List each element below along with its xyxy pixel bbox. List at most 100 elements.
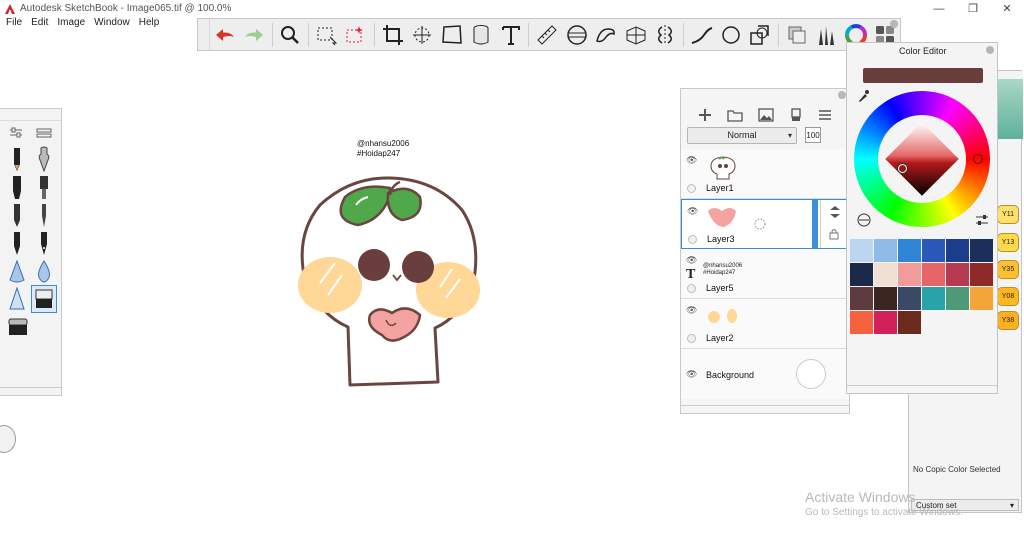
add-image-icon[interactable] <box>758 108 774 122</box>
color-swatch[interactable] <box>922 287 945 310</box>
copic-chip-y13[interactable]: Y13 <box>997 233 1019 252</box>
fine-pen-brush[interactable] <box>4 229 30 257</box>
distort-button[interactable] <box>437 20 466 50</box>
color-swatch[interactable] <box>850 239 873 262</box>
color-swatch[interactable] <box>898 263 921 286</box>
pencil-brush[interactable] <box>4 145 30 173</box>
layer-row-layer1[interactable]: 👁 Layer1 <box>681 149 849 199</box>
color-swatch[interactable] <box>850 287 873 310</box>
padlock-icon[interactable] <box>829 228 839 240</box>
color-wheel[interactable] <box>854 91 990 227</box>
color-swatch[interactable] <box>970 263 993 286</box>
layer-visibility-toggle[interactable] <box>687 284 696 293</box>
layer-row-layer2[interactable]: 👁 Layer2 <box>681 299 849 349</box>
airbrush-brush[interactable] <box>31 145 57 173</box>
brush-library-button[interactable] <box>812 20 841 50</box>
transform-button[interactable] <box>408 20 437 50</box>
menu-edit[interactable]: Edit <box>31 17 48 32</box>
color-sliders-icon[interactable] <box>975 213 989 227</box>
symmetry-button[interactable] <box>650 20 679 50</box>
eye-icon[interactable]: 👁 <box>686 305 697 316</box>
crop-button[interactable] <box>378 20 407 50</box>
layers-panel-header[interactable] <box>681 89 849 101</box>
copic-chip-y08[interactable]: Y08 <box>997 287 1019 306</box>
color-swatch[interactable] <box>970 239 993 262</box>
color-swatch[interactable] <box>898 239 921 262</box>
color-editor-close-button[interactable] <box>986 46 994 54</box>
fill-button[interactable] <box>467 20 496 50</box>
color-swatch[interactable] <box>898 287 921 310</box>
marker-brush[interactable] <box>4 173 30 201</box>
sv-picker-handle[interactable] <box>898 164 907 173</box>
layer-visibility-toggle[interactable] <box>688 235 697 244</box>
color-swatch[interactable] <box>946 263 969 286</box>
color-swatch[interactable] <box>850 311 873 334</box>
add-layer-icon[interactable] <box>698 108 712 122</box>
move-layer-icon[interactable] <box>829 205 841 219</box>
color-swatch[interactable] <box>922 239 945 262</box>
color-swatch[interactable] <box>874 239 897 262</box>
smudge-brush[interactable] <box>4 257 30 285</box>
layers-panel-footer[interactable] <box>681 405 849 413</box>
ellipse-guide-button[interactable] <box>562 20 591 50</box>
layer-row-layer5[interactable]: 👁 T @nhansu2006 #Hoidap247 Layer5 <box>681 249 849 299</box>
layer-menu-icon[interactable] <box>818 108 832 122</box>
copy-layer-button[interactable] <box>782 20 811 50</box>
undo-button[interactable] <box>210 20 239 50</box>
layer-row-layer3[interactable]: 👁 Layer3 <box>681 199 849 249</box>
zoom-button[interactable] <box>276 20 305 50</box>
ink-brush[interactable] <box>31 201 57 229</box>
color-swatch[interactable] <box>874 311 897 334</box>
redo-button[interactable] <box>239 20 268 50</box>
color-swatch[interactable] <box>970 287 993 310</box>
minimize-button[interactable]: — <box>922 0 956 17</box>
eye-icon[interactable]: 👁 <box>686 369 697 380</box>
brush-palette-footer[interactable] <box>0 387 61 395</box>
copic-chip-y38[interactable]: Y38 <box>997 311 1019 330</box>
copic-color-strip[interactable] <box>997 79 1023 139</box>
color-swatch[interactable] <box>874 263 897 286</box>
toolbar-close-button[interactable] <box>890 20 898 28</box>
restore-button[interactable]: ❐ <box>956 0 990 17</box>
fountain-pen-brush[interactable] <box>31 229 57 257</box>
select-button[interactable] <box>312 20 341 50</box>
ballpoint-brush[interactable] <box>4 201 30 229</box>
color-swatch[interactable] <box>874 287 897 310</box>
copic-chip-y11[interactable]: Y11 <box>997 205 1019 224</box>
menu-help[interactable]: Help <box>139 17 160 32</box>
brush-palette-header[interactable] <box>0 109 61 121</box>
color-swatch[interactable] <box>946 287 969 310</box>
eye-icon[interactable]: 👁 <box>686 155 697 166</box>
hue-picker-handle[interactable] <box>973 154 983 164</box>
copic-chip-y35[interactable]: Y35 <box>997 260 1019 279</box>
hard-eraser-brush[interactable] <box>5 313 31 341</box>
layers-close-button[interactable] <box>838 91 846 99</box>
eyedropper-icon[interactable] <box>857 89 869 103</box>
text-button[interactable] <box>496 20 525 50</box>
blur-brush[interactable] <box>31 257 57 285</box>
close-window-button[interactable]: ✕ <box>990 0 1024 17</box>
layer-visibility-toggle[interactable] <box>687 334 696 343</box>
toolbar-grip[interactable] <box>198 19 210 50</box>
color-mode-icon[interactable] <box>857 213 871 227</box>
canvas-drawing[interactable] <box>290 135 490 400</box>
blend-mode-select[interactable]: Normal <box>687 126 797 144</box>
add-group-icon[interactable] <box>727 108 743 122</box>
color-swatch[interactable] <box>922 263 945 286</box>
background-color-swatch[interactable] <box>796 359 826 389</box>
ruler-button[interactable] <box>532 20 561 50</box>
current-color-swatch[interactable] <box>863 68 983 83</box>
menu-image[interactable]: Image <box>57 17 85 32</box>
magic-wand-button[interactable] <box>342 20 371 50</box>
eye-icon[interactable]: 👁 <box>687 206 698 217</box>
eraser-brush[interactable] <box>31 285 58 313</box>
layer-opacity-field[interactable]: 100 <box>805 127 821 143</box>
brush-list-icon[interactable] <box>36 127 52 139</box>
menu-file[interactable]: File <box>6 17 22 32</box>
layer-scrollbar[interactable] <box>812 200 818 248</box>
brush-properties-icon[interactable] <box>9 127 23 139</box>
layer-lock-icon[interactable] <box>754 218 766 230</box>
sharpen-brush[interactable] <box>4 285 30 313</box>
shape-button[interactable] <box>716 20 745 50</box>
lagoon-button[interactable] <box>0 425 16 453</box>
